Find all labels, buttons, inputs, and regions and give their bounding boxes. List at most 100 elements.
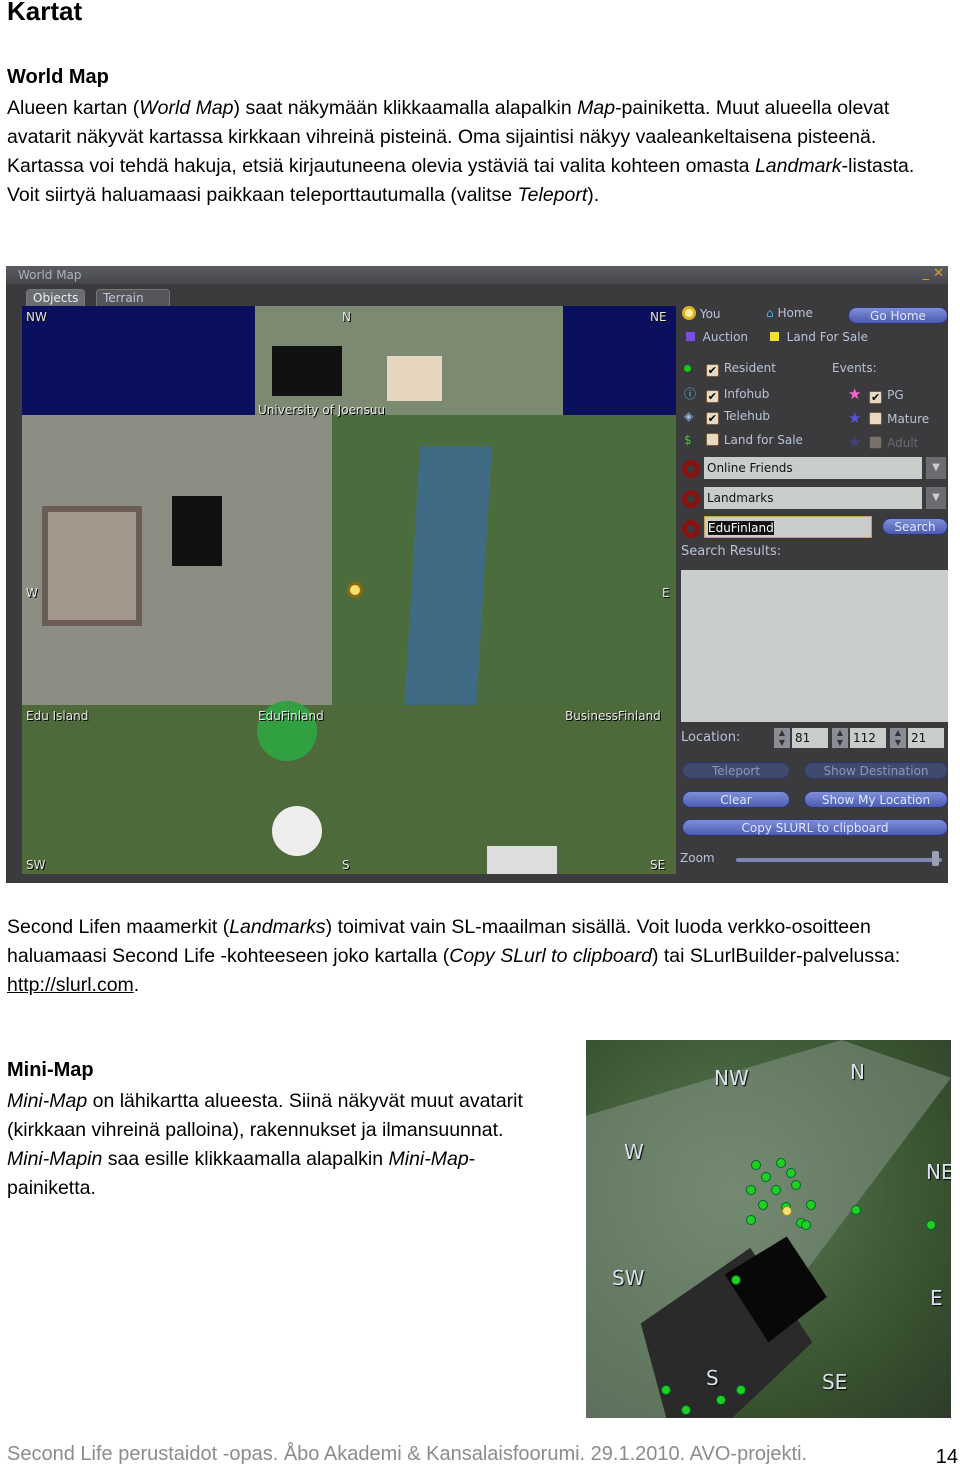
legend-land-for-sale: Land For Sale	[786, 330, 868, 344]
text-run: ).	[587, 184, 600, 206]
resident-icon	[684, 361, 702, 375]
region-label: BusinessFinland	[565, 709, 661, 723]
copy-slurl-button[interactable]: Copy SLURL to clipboard	[682, 819, 948, 836]
compass-ne: NE	[926, 1160, 951, 1184]
world-map-canvas[interactable]: NW N NE W E SW S SE University of Joensu…	[22, 306, 676, 874]
filter-land-for-sale[interactable]: $ Land for Sale	[684, 433, 803, 447]
landmarks-indicator-icon	[682, 490, 700, 508]
go-home-button[interactable]: Go Home	[848, 307, 948, 324]
footer-text: Second Life perustaidot -opas. Åbo Akade…	[7, 1443, 808, 1465]
checkbox[interactable]: ✔	[705, 412, 719, 425]
section-heading-world-map: World Map	[7, 66, 109, 88]
text-run: ) tai SLurlBuilder-palvelussa:	[651, 945, 901, 967]
search-button[interactable]: Search	[882, 518, 948, 535]
location-stepper-icon[interactable]: ▲ ▼	[774, 728, 790, 748]
my-location-dot	[782, 1206, 792, 1216]
text-run: Mini-Mapin	[7, 1148, 103, 1170]
compass-e: E	[662, 586, 670, 600]
telehub-icon: ◈	[684, 409, 694, 423]
compass-e: E	[930, 1286, 943, 1310]
zoom-label: Zoom	[680, 851, 715, 865]
chevron-down-icon[interactable]: ▼	[926, 457, 946, 479]
home-icon: ⌂	[766, 306, 774, 320]
search-field[interactable]: EduFinland	[704, 516, 872, 538]
search-input[interactable]: EduFinland	[708, 521, 774, 535]
building	[172, 496, 222, 566]
region-label: EduFinland	[258, 709, 324, 723]
section-heading-mini-map: Mini-Map	[7, 1059, 94, 1081]
filter-label: Telehub	[723, 409, 771, 423]
compass-w: W	[624, 1140, 644, 1164]
event-filter-pg[interactable]: ★ ✔ PG	[848, 385, 904, 404]
location-input[interactable]: 21	[908, 728, 944, 748]
show-destination-button[interactable]: Show Destination	[804, 762, 948, 779]
building	[272, 346, 342, 396]
filter-label: Infohub	[723, 387, 770, 401]
location-label: Location:	[681, 730, 741, 745]
filter-resident[interactable]: ✔ Resident	[684, 361, 776, 377]
avatar-dot	[681, 1405, 691, 1415]
legend-you: You	[699, 307, 721, 321]
text-run: .	[133, 974, 140, 996]
checkbox[interactable]: ✔	[705, 364, 719, 377]
search-results-label: Search Results:	[681, 544, 782, 559]
filter-telehub[interactable]: ◈ ✔ Telehub	[684, 409, 770, 425]
map-region	[22, 705, 676, 874]
location-input[interactable]: 81	[792, 728, 828, 748]
avatar-dot	[716, 1395, 726, 1405]
avatar-dot	[746, 1185, 756, 1195]
avatar-dot	[746, 1215, 756, 1225]
compass-se: SE	[822, 1370, 848, 1394]
filter-infohub[interactable]: ⓘ ✔ Infohub	[684, 385, 769, 403]
checkbox[interactable]: ✔	[869, 391, 883, 404]
world-map-paragraph: Alueen kartan (World Map) saat näkymään …	[7, 94, 952, 210]
text-run: Alueen kartan (	[7, 97, 140, 119]
event-filter-adult[interactable]: ★ Adult	[848, 433, 918, 451]
compass-sw: SW	[26, 858, 46, 872]
building	[387, 356, 442, 401]
checkbox[interactable]	[869, 436, 883, 449]
mini-map-paragraph: Mini-Map on lähikartta alueesta. Siinä n…	[7, 1087, 547, 1203]
zoom-slider[interactable]	[736, 858, 942, 862]
teleport-button[interactable]: Teleport	[682, 762, 790, 779]
you-icon	[682, 306, 696, 320]
text-run: Landmarks	[229, 916, 326, 938]
text-run: saa esille klikkaamalla alapalkin	[102, 1148, 389, 1170]
checkbox[interactable]	[869, 412, 883, 425]
infohub-icon: ⓘ	[684, 387, 697, 401]
text-run: Map	[577, 97, 616, 119]
event-filter-mature[interactable]: ★ Mature	[848, 409, 929, 427]
avatar-dot	[751, 1160, 761, 1170]
location-input[interactable]: 112	[850, 728, 886, 748]
event-label: Mature	[887, 412, 930, 426]
search-results-list[interactable]	[681, 570, 948, 722]
show-my-location-button[interactable]: Show My Location	[804, 791, 948, 808]
slurl-link[interactable]: http://slurl.com	[7, 974, 134, 996]
clear-button[interactable]: Clear	[682, 791, 790, 808]
events-label: Events:	[832, 361, 877, 375]
location-stepper-icon[interactable]: ▲ ▼	[890, 728, 906, 748]
tab-objects[interactable]: Objects	[26, 289, 86, 307]
tab-terrain[interactable]: Terrain	[96, 289, 170, 307]
avatar-dot	[736, 1385, 746, 1395]
minimize-close-icons[interactable]: _ ✕	[922, 266, 944, 281]
online-friends-select[interactable]: Online Friends	[704, 457, 922, 479]
landmarks-select[interactable]: Landmarks	[704, 487, 922, 509]
location-stepper-icon[interactable]: ▲ ▼	[832, 728, 848, 748]
adult-event-icon: ★	[848, 433, 862, 451]
checkbox[interactable]	[705, 433, 719, 446]
avatar-dot	[758, 1200, 768, 1210]
avatar-dot	[661, 1385, 671, 1395]
region-label: University of Joensuu	[258, 403, 386, 417]
avatar-dot	[801, 1220, 811, 1230]
zoom-slider-handle[interactable]	[932, 851, 939, 866]
chevron-down-icon[interactable]: ▼	[926, 487, 946, 509]
checkbox[interactable]: ✔	[705, 390, 719, 403]
event-label: Adult	[887, 436, 919, 450]
legend-home: Home	[777, 306, 813, 320]
avatar-dot	[731, 1275, 741, 1285]
landmarks-paragraph: Second Lifen maamerkit (Landmarks) toimi…	[7, 913, 907, 1000]
compass-nw: NW	[26, 310, 47, 324]
text-run: Landmark	[754, 155, 842, 177]
pg-event-icon: ★	[848, 385, 862, 403]
